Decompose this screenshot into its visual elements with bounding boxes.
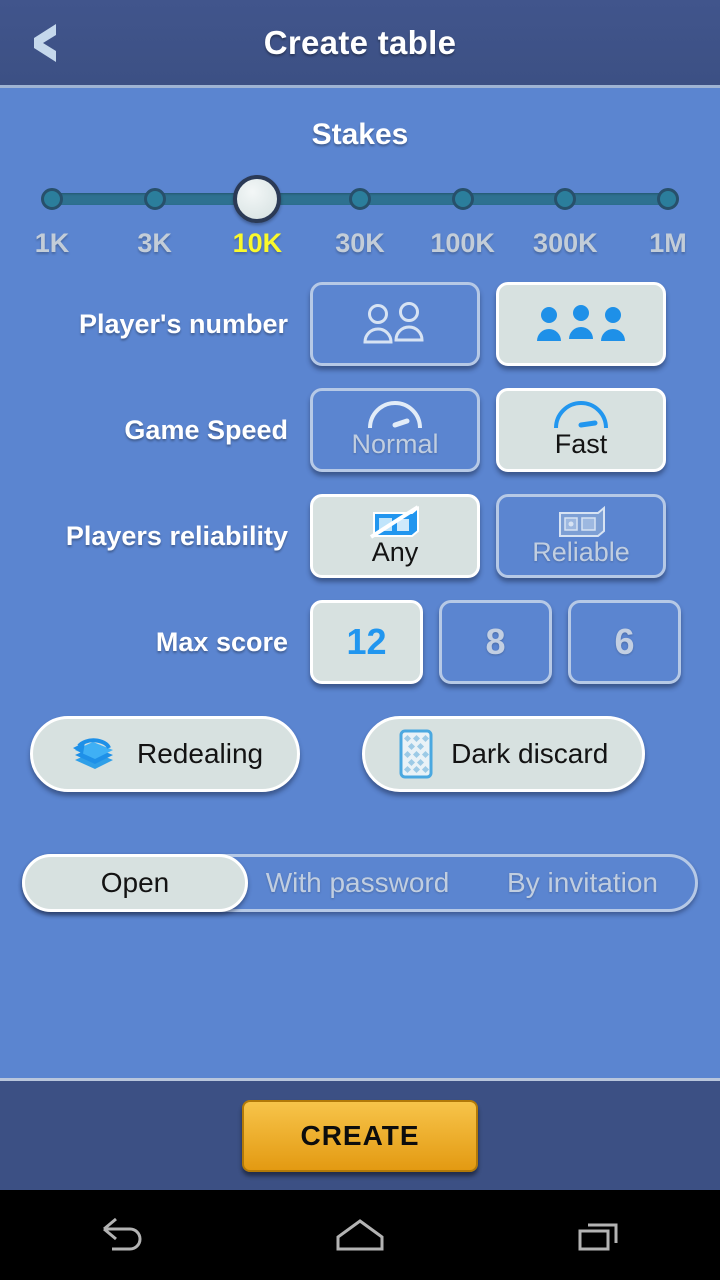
card-back-icon (399, 729, 433, 779)
option-speed-fast[interactable]: Fast (496, 388, 666, 472)
row-label-players-number: Player's number (78, 308, 288, 339)
back-button[interactable] (0, 0, 90, 87)
speedometer-normal-icon (368, 400, 422, 428)
app-screen: Create table Stakes 1K 3K 10K 30K 100K 3… (0, 0, 720, 1280)
row-options-players-reliability: Any Reliable (310, 494, 666, 578)
access-segmented-control: Open With password By invitation (22, 854, 698, 912)
option-max-score-12[interactable]: 12 (310, 600, 423, 684)
nav-home-button[interactable] (300, 1190, 420, 1280)
slider-thumb[interactable] (233, 175, 282, 223)
two-players-icon (363, 302, 424, 344)
row-label-max-score: Max score (155, 626, 288, 657)
android-navigation-bar (0, 1190, 720, 1280)
option-max-score-8[interactable]: 8 (439, 600, 552, 684)
option-label-fast: Fast (554, 428, 608, 459)
nav-recents-button[interactable] (540, 1190, 660, 1280)
three-players-icon (537, 305, 625, 341)
android-recents-icon (578, 1223, 618, 1251)
row-options-game-speed: Normal Fast (310, 388, 666, 472)
segment-by-invitation[interactable]: By invitation (470, 857, 695, 909)
row-label-players-reliability: Players reliability (65, 520, 288, 551)
speedometer-fast-icon (554, 400, 608, 428)
row-label-game-speed: Game Speed (124, 414, 288, 445)
row-game-speed: Game Speed Normal Fast (0, 384, 720, 476)
stakes-label-1m[interactable]: 1M (649, 228, 687, 259)
create-button[interactable]: CREATE (242, 1099, 478, 1172)
android-home-icon (336, 1219, 384, 1251)
segment-with-password[interactable]: With password (245, 857, 470, 909)
stakes-label-10k[interactable]: 10K (233, 228, 283, 259)
stakes-label-1k[interactable]: 1K (35, 228, 70, 259)
row-options-players-number (310, 282, 666, 366)
option-reliability-reliable[interactable]: Reliable (496, 494, 666, 578)
page-title: Create table (263, 23, 457, 61)
stakes-label-300k[interactable]: 300K (533, 228, 598, 259)
toggle-label-dark-discard: Dark discard (451, 738, 609, 769)
android-back-icon (103, 1217, 142, 1251)
option-label-6: 6 (614, 621, 635, 662)
stakes-label-3k[interactable]: 3K (137, 228, 172, 259)
segment-open[interactable]: Open (22, 854, 248, 912)
option-two-players[interactable] (310, 282, 480, 366)
slider-tick-5[interactable] (554, 188, 577, 210)
slider-tick-3[interactable] (349, 188, 371, 210)
option-label-reliable: Reliable (532, 536, 630, 567)
toggle-row: Redealing Dark discard (30, 716, 720, 792)
chevron-left-icon (34, 23, 56, 62)
toggle-label-redealing: Redealing (137, 738, 264, 769)
stakes-heading: Stakes (311, 118, 409, 151)
slider-tick-1[interactable] (143, 188, 166, 210)
stakes-label-100k[interactable]: 100K (430, 228, 495, 259)
stakes-slider[interactable] (41, 175, 679, 223)
stakes-labels: 1K 3K 10K 30K 100K 300K 1M (35, 228, 687, 264)
slider-tick-6[interactable] (657, 188, 679, 210)
cards-redeal-icon (73, 738, 113, 769)
safe-icon (559, 505, 605, 537)
option-speed-normal[interactable]: Normal (310, 388, 480, 472)
option-three-players[interactable] (496, 282, 666, 366)
option-label-12: 12 (346, 621, 387, 662)
option-reliability-any[interactable]: Any (310, 494, 480, 578)
safe-crossed-icon (369, 504, 420, 539)
row-max-score: Max score 12 8 6 (0, 596, 720, 688)
slider-tick-0[interactable] (41, 188, 63, 210)
option-label-normal: Normal (351, 428, 439, 459)
slider-tick-4[interactable] (451, 188, 474, 210)
app-header: Create table (0, 0, 720, 88)
row-players-reliability: Players reliability Any Reliable (0, 490, 720, 582)
toggle-redealing[interactable]: Redealing (30, 716, 301, 792)
content-area: Stakes 1K 3K 10K 30K 100K 300K 1M Player… (0, 91, 720, 1078)
row-options-max-score: 12 8 6 (310, 600, 681, 684)
stakes-label-30k[interactable]: 30K (335, 228, 385, 259)
option-label-8: 8 (485, 621, 506, 662)
option-label-any: Any (371, 536, 419, 567)
footer-bar: CREATE (0, 1078, 720, 1190)
toggle-dark-discard[interactable]: Dark discard (362, 716, 646, 792)
nav-back-button[interactable] (60, 1190, 180, 1280)
row-players-number: Player's number (0, 278, 720, 370)
option-max-score-6[interactable]: 6 (568, 600, 681, 684)
